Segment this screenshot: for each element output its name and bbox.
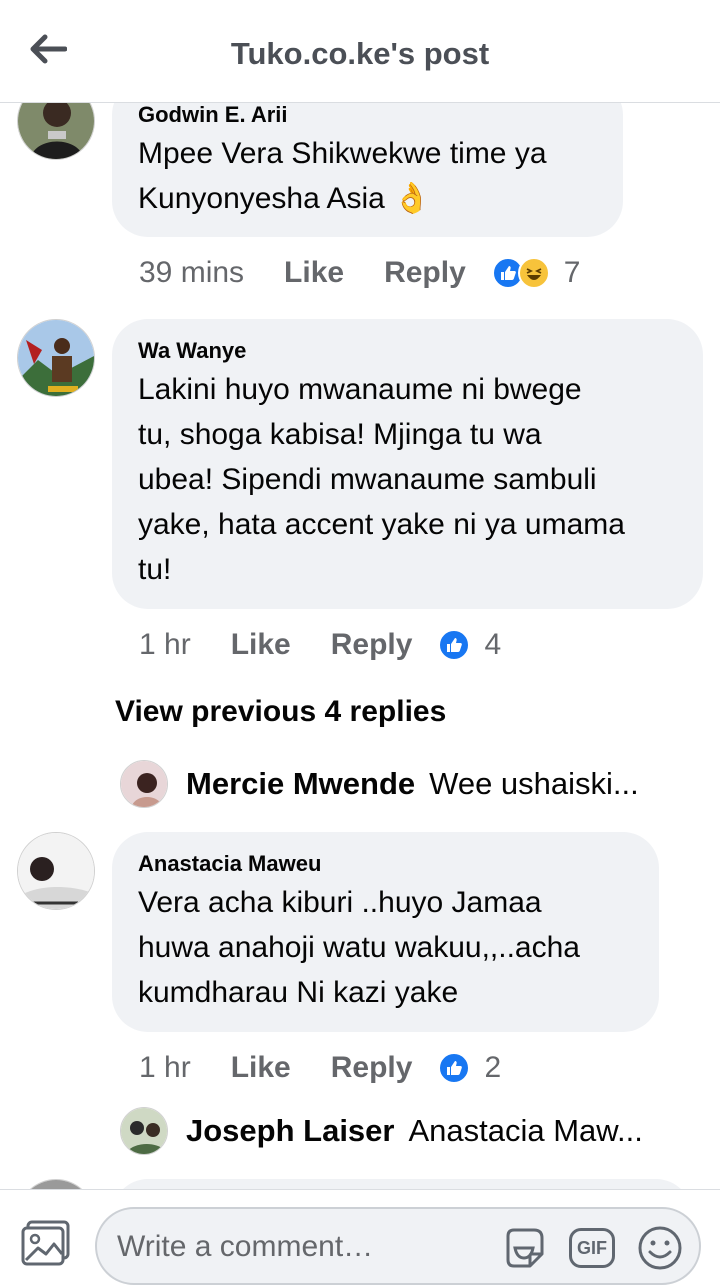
sticker-button[interactable] xyxy=(499,1223,549,1273)
reply-button[interactable]: Reply xyxy=(331,1051,413,1085)
comment-timestamp[interactable]: 1 hr xyxy=(139,628,191,662)
reply-button[interactable]: Reply xyxy=(331,628,413,662)
page-title: Tuko.co.ke's post xyxy=(230,36,490,71)
avatar[interactable] xyxy=(120,1107,168,1155)
reactions-summary[interactable]: 7 xyxy=(491,256,581,290)
comment-bubble[interactable] xyxy=(112,1179,692,1189)
reply-preview[interactable]: Mercie Mwende Wee ushaiski... xyxy=(120,759,680,809)
like-icon xyxy=(438,1052,471,1084)
comment-bubble[interactable]: Wa Wanye Lakini huyo mwanaume ni bwege t… xyxy=(112,319,703,609)
gif-label: GIF xyxy=(577,1237,607,1258)
avatar[interactable] xyxy=(17,1179,95,1189)
like-button[interactable]: Like xyxy=(231,628,291,662)
comment-timestamp[interactable]: 1 hr xyxy=(139,1051,191,1085)
reply-author[interactable]: Joseph Laiser xyxy=(186,1113,394,1149)
comment-author[interactable]: Wa Wanye xyxy=(138,337,677,365)
comment-timestamp[interactable]: 39 mins xyxy=(139,256,244,290)
reply-preview[interactable]: Joseph Laiser Anastacia Maw... xyxy=(120,1106,680,1156)
reaction-count: 4 xyxy=(484,628,502,661)
reactions-summary[interactable]: 2 xyxy=(438,1051,501,1085)
comment-composer: GIF xyxy=(0,1189,720,1287)
comment-meta: 1 hr Like Reply 2 xyxy=(139,1048,501,1088)
reaction-count: 2 xyxy=(484,1051,502,1084)
comment-author[interactable]: Anastacia Maweu xyxy=(138,850,633,878)
avatar[interactable] xyxy=(17,319,95,397)
emoji-icon xyxy=(638,1226,682,1270)
post-header: Tuko.co.ke's post xyxy=(0,0,720,103)
comment-text-line: Kunyonyesha Asia 👌 xyxy=(138,182,431,215)
reply-text: Wee ushaiski... xyxy=(429,766,639,801)
comments-feed[interactable]: Godwin E. Arii Mpee Vera Shikwekwe time … xyxy=(0,103,720,1189)
reactions-summary[interactable]: 4 xyxy=(438,628,501,662)
comment-text-line: Mpee Vera Shikwekwe time ya xyxy=(138,137,547,170)
comment-bubble[interactable]: Anastacia Maweu Vera acha kiburi ..huyo … xyxy=(112,832,659,1032)
reply-text: Anastacia Maw... xyxy=(408,1113,643,1148)
comment-text-line: yake, hata accent yake ni ya umama xyxy=(138,508,625,541)
avatar[interactable] xyxy=(17,832,95,910)
reaction-count: 7 xyxy=(563,256,581,289)
view-previous-replies-link[interactable]: View previous 4 replies xyxy=(115,695,446,729)
gif-button[interactable]: GIF xyxy=(567,1223,617,1273)
comment-author[interactable]: Godwin E. Arii xyxy=(138,103,597,129)
avatar[interactable] xyxy=(120,760,168,808)
avatar[interactable] xyxy=(17,103,95,160)
comment-text-line: Lakini huyo mwanaume ni bwege xyxy=(138,373,582,406)
comment-text: Lakini huyo mwanaume ni bwege tu, shoga … xyxy=(138,367,677,592)
comment-input[interactable] xyxy=(117,1227,417,1267)
comment-meta: 39 mins Like Reply 7 xyxy=(139,253,580,293)
comment-text-line: tu, shoga kabisa! Mjinga tu wa xyxy=(138,418,542,451)
comment-bubble[interactable]: Godwin E. Arii Mpee Vera Shikwekwe time … xyxy=(112,103,623,237)
sticker-icon xyxy=(506,1228,544,1268)
reply-author[interactable]: Mercie Mwende xyxy=(186,766,415,802)
comment-text-line: huwa anahoji watu wakuu,,..acha xyxy=(138,931,580,964)
gif-icon: GIF xyxy=(569,1228,615,1268)
like-button[interactable]: Like xyxy=(231,1051,291,1085)
comment-text-line: tu! xyxy=(138,553,172,586)
photo-icon xyxy=(21,1220,70,1266)
like-button[interactable]: Like xyxy=(284,256,344,290)
comment-text: Mpee Vera Shikwekwe time ya Kunyonyesha … xyxy=(138,131,597,221)
photo-button[interactable] xyxy=(20,1220,72,1268)
haha-icon xyxy=(517,257,550,289)
like-icon xyxy=(438,629,471,661)
comment-box[interactable]: GIF xyxy=(95,1207,701,1285)
reply-button[interactable]: Reply xyxy=(384,256,466,290)
comment-text-line: Vera acha kiburi ..huyo Jamaa xyxy=(138,886,542,919)
comment-text-line: kumdharau Ni kazi yake xyxy=(138,976,459,1009)
comment-meta: 1 hr Like Reply 4 xyxy=(139,625,501,665)
emoji-button[interactable] xyxy=(635,1223,685,1273)
comment-text: Vera acha kiburi ..huyo Jamaa huwa anaho… xyxy=(138,880,633,1015)
comment-text-line: ubea! Sipendi mwanaume sambuli xyxy=(138,463,597,496)
